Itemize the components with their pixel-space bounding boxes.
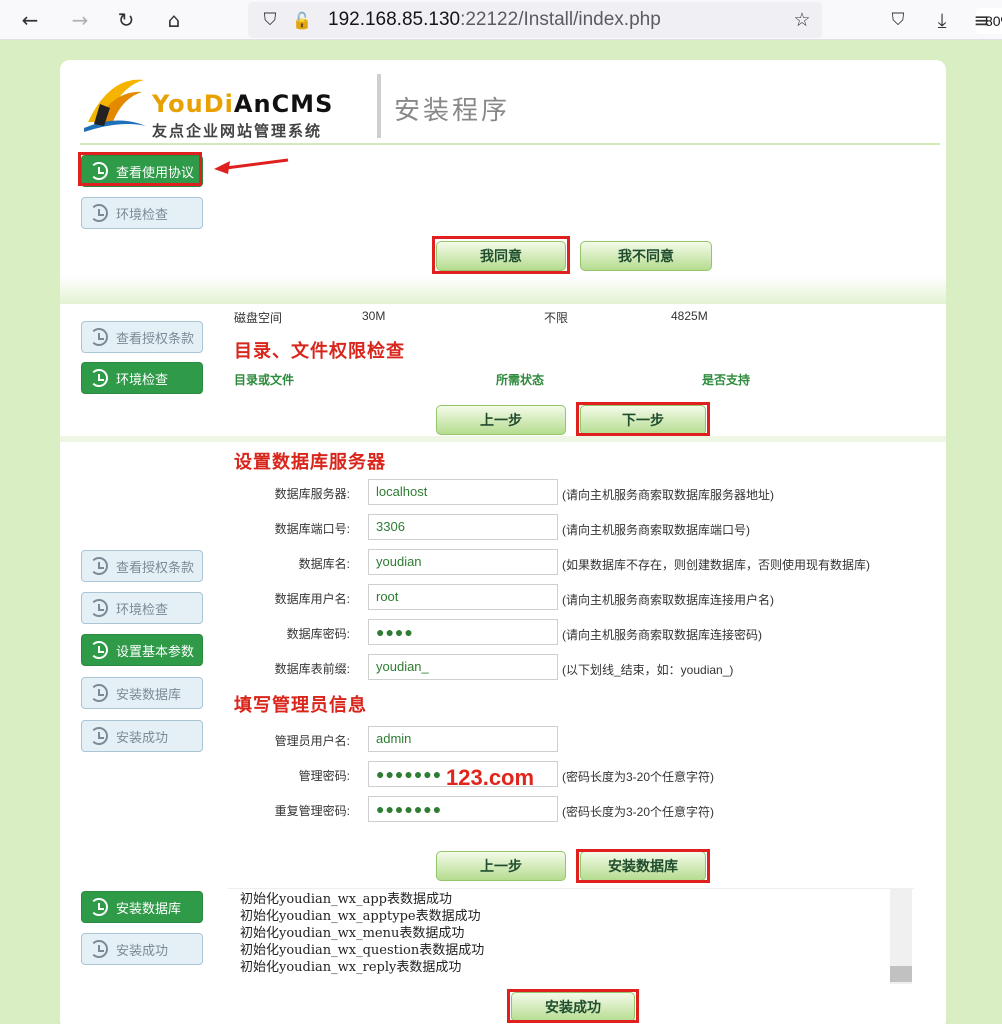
logo-subtitle: 友点企业网站管理系统 xyxy=(152,123,323,140)
back-arrow-icon[interactable]: ← xyxy=(16,6,44,34)
admin-password-hint: (密码长度为3-20个任意字符) xyxy=(562,770,715,784)
disk-available: 4825M xyxy=(671,309,708,323)
sidebar-item-install-db[interactable]: 安装数据库 xyxy=(81,677,203,709)
log-line: 初始化youdian_wx_question表数据成功 xyxy=(240,943,485,958)
db-host-input[interactable]: localhost xyxy=(368,479,558,505)
refresh-icon xyxy=(90,641,108,659)
reload-icon[interactable]: ↻ xyxy=(112,6,140,34)
log-scrollbar-thumb[interactable] xyxy=(890,966,912,982)
db-password-hint: (请向主机服务商索取数据库连接密码) xyxy=(562,628,762,642)
disk-required: 30M xyxy=(362,309,386,323)
log-line: 初始化youdian_wx_apptype表数据成功 xyxy=(240,909,481,924)
disagree-button[interactable]: 我不同意 xyxy=(580,241,712,271)
sidebar-item-install-db[interactable]: 安装数据库 xyxy=(81,891,203,923)
page-title: 安装程序 xyxy=(394,95,511,125)
db-user-input[interactable]: root xyxy=(368,584,558,610)
db-name-hint: (如果数据库不存在，则创建数据库，否则使用现有数据库) xyxy=(562,558,870,572)
db-port-hint: (请向主机服务商索取数据库端口号) xyxy=(562,523,750,537)
insecure-lock-icon[interactable]: 🔓 xyxy=(288,6,316,34)
sidebar-item-install-success[interactable]: 安装成功 xyxy=(81,933,203,965)
db-port-label: 数据库端口号: xyxy=(274,522,350,536)
log-line: 初始化youdian_wx_reply表数据成功 xyxy=(240,960,462,975)
url-text: 192.168.85.130:22122/Install/index.php xyxy=(328,9,661,30)
highlight-box xyxy=(576,849,710,883)
header-underline xyxy=(80,143,940,145)
refresh-icon xyxy=(90,557,108,575)
db-name-input[interactable]: youdian xyxy=(368,549,558,575)
log-line: 初始化youdian_wx_app表数据成功 xyxy=(240,892,452,907)
db-name-label: 数据库名: xyxy=(298,557,350,571)
disk-label: 磁盘空间 xyxy=(234,311,283,325)
admin-password-label: 管理密码: xyxy=(298,769,350,783)
pocket-icon[interactable]: ⛉ xyxy=(884,6,912,34)
column-header-required: 所需状态 xyxy=(496,373,545,387)
db-password-input[interactable]: ●●●● xyxy=(368,619,558,645)
annotation-arrow-icon xyxy=(214,158,289,174)
sidebar-item-install-success[interactable]: 安装成功 xyxy=(81,720,203,752)
highlight-box xyxy=(507,989,639,1023)
sidebar-item-env-check[interactable]: 环境检查 xyxy=(81,592,203,624)
db-host-hint: (请向主机服务商索取数据库服务器地址) xyxy=(562,488,774,502)
shield-icon[interactable]: ⛉ xyxy=(256,6,284,34)
prev-step-button[interactable]: 上一步 xyxy=(436,851,566,881)
sidebar-item-env-check[interactable]: 环境检查 xyxy=(81,362,203,394)
section-title-admin: 填写管理员信息 xyxy=(234,695,367,715)
db-user-hint: (请向主机服务商索取数据库连接用户名) xyxy=(562,593,774,607)
refresh-icon xyxy=(90,727,108,745)
admin-password-repeat-hint: (密码长度为3-20个任意字符) xyxy=(562,805,715,819)
refresh-icon xyxy=(90,328,108,346)
refresh-icon xyxy=(90,369,108,387)
downloads-icon[interactable]: ⤓ xyxy=(928,6,956,34)
highlight-box xyxy=(576,402,710,436)
sidebar-item-view-license[interactable]: 查看授权条款 xyxy=(81,321,203,353)
highlight-box xyxy=(78,152,202,186)
disk-max: 不限 xyxy=(544,311,569,325)
refresh-icon xyxy=(90,898,108,916)
db-password-label: 数据库密码: xyxy=(286,627,350,641)
refresh-icon xyxy=(90,599,108,617)
sidebar-item-view-license[interactable]: 查看授权条款 xyxy=(81,550,203,582)
db-host-label: 数据库服务器: xyxy=(274,487,350,501)
refresh-icon xyxy=(90,204,108,222)
refresh-icon xyxy=(90,940,108,958)
admin-password-input[interactable]: ●●●●●●● xyxy=(368,761,442,787)
log-line: 初始化youdian_wx_menu表数据成功 xyxy=(240,926,465,941)
admin-user-label: 管理员用户名: xyxy=(274,734,350,748)
db-port-input[interactable]: 3306 xyxy=(368,514,558,540)
logo-mark-icon xyxy=(84,79,146,132)
section-divider xyxy=(60,436,946,442)
url-bar[interactable]: ⛉ 🔓 192.168.85.130:22122/Install/index.p… xyxy=(248,2,1002,38)
sidebar-item-env-check[interactable]: 环境检查 xyxy=(81,197,203,229)
admin-password-repeat-input[interactable]: ●●●●●●● xyxy=(368,796,558,822)
column-header-file: 目录或文件 xyxy=(234,373,295,387)
home-icon[interactable]: ⌂ xyxy=(160,6,188,34)
db-user-label: 数据库用户名: xyxy=(274,592,350,606)
db-prefix-label: 数据库表前缀: xyxy=(274,662,350,676)
install-log: 初始化youdian_wx_app表数据成功 初始化youdian_wx_app… xyxy=(228,888,914,984)
sidebar-item-basic-params[interactable]: 设置基本参数 xyxy=(81,634,203,666)
logo-title: YouDiAnCMS xyxy=(152,90,334,118)
prev-step-button[interactable]: 上一步 xyxy=(436,405,566,435)
logo: YouDiAnCMS 友点企业网站管理系统 xyxy=(80,72,380,142)
section-divider xyxy=(60,276,946,304)
bookmark-star-icon[interactable]: ☆ xyxy=(788,6,816,34)
refresh-icon xyxy=(90,684,108,702)
password-annotation: 123.com xyxy=(446,765,535,790)
column-header-supported: 是否支持 xyxy=(702,373,751,387)
browser-toolbar: ← → ↻ ⌂ ⛉ 🔓 192.168.85.130:22122/Install… xyxy=(0,0,1002,40)
section-title-db-server: 设置数据库服务器 xyxy=(234,452,386,472)
section-title-permissions: 目录、文件权限检查 xyxy=(234,341,405,361)
admin-password-repeat-label: 重复管理密码: xyxy=(274,804,350,818)
forward-arrow-icon[interactable]: → xyxy=(66,6,94,34)
header-separator xyxy=(377,74,381,138)
menu-icon[interactable]: ≡ xyxy=(968,6,996,34)
db-prefix-input[interactable]: youdian_ xyxy=(368,654,558,680)
highlight-box xyxy=(432,236,570,274)
db-prefix-hint: (以下划线_结束，如：youdian_) xyxy=(562,663,734,677)
admin-user-input[interactable]: admin xyxy=(368,726,558,752)
